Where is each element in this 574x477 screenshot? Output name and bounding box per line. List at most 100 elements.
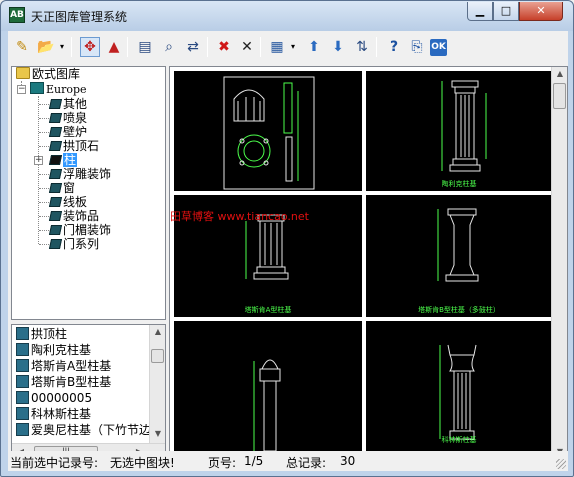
tree-view-icon[interactable]: ▲ [104,37,124,57]
arch-column-drawing [253,359,281,452]
book-icon [48,239,63,249]
maximize-button[interactable]: □ [493,2,519,21]
list-item[interactable]: 拱顶柱 [16,326,67,342]
grid-dropdown-icon[interactable]: ▾ [289,37,297,57]
tree-item-zhu[interactable]: 柱 [48,153,78,168]
tree-item-fudiao[interactable]: 浮雕装饰 [48,167,111,182]
toolbar-separator [207,37,208,57]
window-title: 天正图库管理系统 [31,10,128,24]
tree-expand-toggle[interactable]: + [34,156,43,165]
tree-item-qita[interactable]: 其他 [48,97,87,112]
block-list[interactable]: 拱顶柱 陶利克柱基 塔斯肯A型柱基 塔斯肯B型柱基 00000005 科林斯柱基… [11,324,166,460]
book-icon [48,211,63,221]
scroll-thumb[interactable] [553,83,566,109]
preview-caption: 塔斯肯A型柱基 [244,306,292,314]
sort-icon[interactable]: ⇅ [352,37,372,57]
toolbar-separator [376,37,377,57]
toolbar-separator [260,37,261,57]
toolbar-separator [71,37,72,57]
list-item[interactable]: 科林斯柱基 [16,406,91,422]
close-button[interactable]: ✕ [519,2,563,21]
scroll-thumb[interactable] [151,349,164,363]
list-item[interactable]: 陶利克柱基 [16,342,91,358]
tree-item-penquan[interactable]: 喷泉 [48,111,87,126]
block-preview-grid[interactable]: 陶利克柱基 塔斯肯A型柱基 塔斯肯B型柱基（多鼓柱） 科林斯柱基 田草博客 ww… [169,66,568,461]
preview-caption: 陶利克柱基 [441,180,477,188]
column-drawing [441,80,487,172]
book-icon [48,169,63,179]
move-down-icon[interactable]: ⬇ [328,37,348,57]
tree-root-item[interactable]: 欧式图库 [16,67,80,82]
block-icon [16,343,29,356]
pavilion-drawing [223,76,315,190]
total-label: 总记录: [286,456,327,470]
new-icon[interactable]: ✎ [12,37,32,57]
status-bar: 当前选中记录号: 无选中图块! 页号: 1/5 总记录: 30 [8,451,568,471]
preview-cell[interactable]: 陶利克柱基 [366,71,552,191]
category-tree[interactable]: 欧式图库 − Europe 其他 喷泉 壁炉 拱顶石 + 柱 浮雕装饰 窗 线板… [11,66,166,320]
tree-group-europe[interactable]: Europe [30,82,87,97]
block-icon [16,375,29,388]
export-icon[interactable]: ⎘ [407,37,427,57]
open-folder-icon[interactable]: 📂 [36,37,56,57]
watermark-text: 田草博客 www.tiancao.net [170,210,309,223]
minimize-button[interactable]: ▁ [467,2,493,21]
tree-item-gongdingshi[interactable]: 拱顶石 [48,139,99,154]
tree-item-bilu[interactable]: 壁炉 [48,125,87,140]
preview-caption: 科林斯柱基 [441,436,477,444]
book-icon [48,99,63,109]
search-icon[interactable]: ⌕ [159,37,179,57]
book-icon [48,197,63,207]
tree-item-menmei[interactable]: 门楣装饰 [48,223,111,238]
list-item[interactable]: 塔斯肯A型柱基 [16,358,111,374]
list-item[interactable]: 爱奥尼柱基（下竹节边） [16,422,163,438]
preview-vertical-scrollbar[interactable]: ▲ ▼ [551,67,567,460]
toolbar-separator [127,37,128,57]
page-value: 1/5 [244,454,264,468]
open-dropdown-icon[interactable]: ▾ [58,37,66,57]
grid-view-icon[interactable]: ▦ [267,37,287,57]
list-item[interactable]: 00000005 [16,390,92,406]
move-up-icon[interactable]: ⬆ [304,37,324,57]
list-vertical-scrollbar[interactable]: ▲ ▼ [149,325,165,443]
delete-icon[interactable]: ✖ [214,37,234,57]
record-label: 当前选中记录号: [10,456,99,470]
scroll-up-arrow-icon[interactable]: ▲ [553,69,567,78]
preview-cell[interactable]: 塔斯肯B型柱基（多鼓柱） [366,195,552,317]
book-icon [48,225,63,235]
preview-cell[interactable] [174,71,362,191]
save-icon[interactable]: ▤ [135,37,155,57]
preview-cell[interactable]: 科林斯柱基 [366,321,552,460]
tree-item-menxilie[interactable]: 门系列 [48,237,99,252]
scroll-up-arrow-icon[interactable]: ▲ [151,327,165,336]
title-bar[interactable]: AB 天正图库管理系统 ▁ □ ✕ [1,1,573,31]
preview-cell[interactable] [174,321,362,460]
book-icon [48,183,63,193]
total-value: 30 [340,454,356,468]
book-icon [48,141,63,151]
block-icon [16,423,29,436]
resize-grip[interactable] [556,459,566,469]
preview-caption: 塔斯肯B型柱基（多鼓柱） [418,306,500,314]
fit-view-icon[interactable]: ✥ [80,37,100,57]
toolbar: ✎ 📂 ▾ ✥ ▲ ▤ ⌕ ⇄ ✖ ✕ ▦ ▾ ⬆ ⬇ ⇅ ? ⎘ OK [8,31,568,63]
database-icon [30,82,44,94]
tree-collapse-toggle[interactable]: − [17,85,26,94]
block-icon [16,391,29,404]
delete-all-icon[interactable]: ✕ [237,37,257,57]
tree-item-chuang[interactable]: 窗 [48,181,75,196]
book-icon [48,127,63,137]
ok-icon[interactable]: OK [430,39,447,56]
page-label: 页号: [208,456,237,470]
book-icon [48,113,63,123]
tree-item-xianban[interactable]: 线板 [48,195,87,210]
scroll-down-arrow-icon[interactable]: ▼ [151,429,165,438]
open-book-icon [48,155,63,165]
block-icon [16,407,29,420]
tree-item-zhuangshipin[interactable]: 装饰品 [48,209,99,224]
app-icon: AB [9,7,25,23]
folder-icon [16,67,30,79]
list-item[interactable]: 塔斯肯B型柱基 [16,374,111,390]
help-icon[interactable]: ? [384,37,404,57]
replace-icon[interactable]: ⇄ [183,37,203,57]
